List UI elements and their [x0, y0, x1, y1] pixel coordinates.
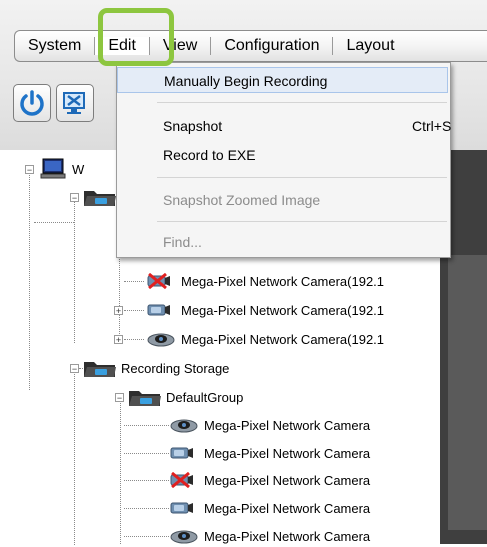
camera-dome-icon: [169, 417, 199, 433]
expand-toggle-icon[interactable]: +: [114, 305, 123, 315]
power-button[interactable]: [13, 84, 51, 122]
camera-label: Mega-Pixel Network Camera: [204, 528, 371, 544]
menu-item-record-to-exe[interactable]: Record to EXE: [117, 142, 448, 168]
tree-recording-storage[interactable]: − Recording Storage: [70, 357, 229, 379]
camera-dome-icon: [169, 528, 199, 544]
camera-label: Mega-Pixel Network Camera: [204, 500, 371, 516]
monitor-x-icon: [63, 92, 85, 114]
power-icon: [20, 90, 44, 116]
menu-item-shortcut: Ctrl+S: [412, 118, 452, 134]
menu-bar: System Edit View Configuration Layout: [14, 30, 487, 62]
menu-separator: [157, 221, 447, 222]
camera-label: Mega-Pixel Network Camera: [204, 472, 371, 488]
tree-root-label: W: [72, 161, 85, 177]
menu-system[interactable]: System: [15, 31, 94, 61]
collapse-toggle-icon[interactable]: −: [25, 164, 34, 174]
application-window: System Edit View Configuration Layout − …: [0, 0, 487, 545]
tree-camera-item[interactable]: Mega-Pixel Network Camera: [169, 414, 370, 436]
menu-item-manually-begin-recording[interactable]: Manually Begin Recording: [117, 67, 448, 93]
menu-separator: [157, 102, 447, 103]
tree-group-node[interactable]: −: [70, 186, 117, 208]
camera-box-icon: [169, 445, 199, 461]
menu-item-snapshot-zoomed-image[interactable]: Snapshot Zoomed Image: [117, 187, 448, 213]
tree-camera-item[interactable]: Mega-Pixel Network Camera(192.1: [146, 270, 384, 292]
collapse-toggle-icon[interactable]: −: [70, 363, 79, 373]
camera-label: Mega-Pixel Network Camera(192.1: [181, 331, 385, 347]
camera-label: Mega-Pixel Network Camera: [204, 445, 371, 461]
camera-label: Mega-Pixel Network Camera: [204, 417, 371, 433]
collapse-toggle-icon[interactable]: −: [115, 392, 124, 402]
tree-camera-item[interactable]: Mega-Pixel Network Camera: [169, 442, 370, 464]
menu-item-label: Snapshot Zoomed Image: [163, 192, 321, 208]
menu-item-label: Snapshot: [163, 118, 223, 134]
tree-camera-item[interactable]: + Mega-Pixel Network Camera(192.1: [114, 299, 384, 321]
camera-label: Mega-Pixel Network Camera(192.1: [181, 273, 385, 289]
monitor-button[interactable]: [56, 84, 94, 122]
computer-icon: [40, 158, 66, 179]
folder-icon: [83, 358, 117, 378]
tree-default-group[interactable]: − DefaultGroup: [115, 386, 243, 408]
tree-root-node[interactable]: − W: [25, 158, 84, 180]
menu-item-find[interactable]: Find...: [117, 229, 448, 255]
tree-camera-item[interactable]: + Mega-Pixel Network Camera(192.1: [114, 328, 384, 350]
menu-item-label: Find...: [163, 234, 202, 250]
menu-separator: [157, 177, 447, 178]
recording-storage-label: Recording Storage: [121, 360, 230, 376]
camera-box-icon: [146, 302, 176, 318]
camera-disconnected-icon: [146, 273, 176, 289]
tree-camera-item[interactable]: Mega-Pixel Network Camera: [169, 469, 370, 491]
menu-item-label: Record to EXE: [163, 147, 256, 163]
default-group-label: DefaultGroup: [166, 389, 244, 405]
collapse-toggle-icon[interactable]: −: [70, 192, 79, 202]
menu-item-snapshot[interactable]: Snapshot Ctrl+S: [117, 113, 452, 139]
camera-disconnected-icon: [169, 472, 199, 488]
menu-item-label: Manually Begin Recording: [164, 73, 328, 89]
camera-box-icon: [169, 500, 199, 516]
folder-icon: [83, 187, 117, 207]
camera-label: Mega-Pixel Network Camera(192.1: [181, 302, 385, 318]
edit-menu-dropdown: Manually Begin Recording Snapshot Ctrl+S…: [116, 62, 451, 258]
folder-icon: [128, 387, 162, 407]
expand-toggle-icon[interactable]: +: [114, 334, 123, 344]
camera-dome-icon: [146, 331, 176, 347]
menu-configuration[interactable]: Configuration: [210, 37, 332, 55]
tree-camera-item[interactable]: Mega-Pixel Network Camera: [169, 497, 370, 519]
menu-layout[interactable]: Layout: [332, 37, 407, 55]
edit-menu-highlight-box: [98, 8, 174, 66]
